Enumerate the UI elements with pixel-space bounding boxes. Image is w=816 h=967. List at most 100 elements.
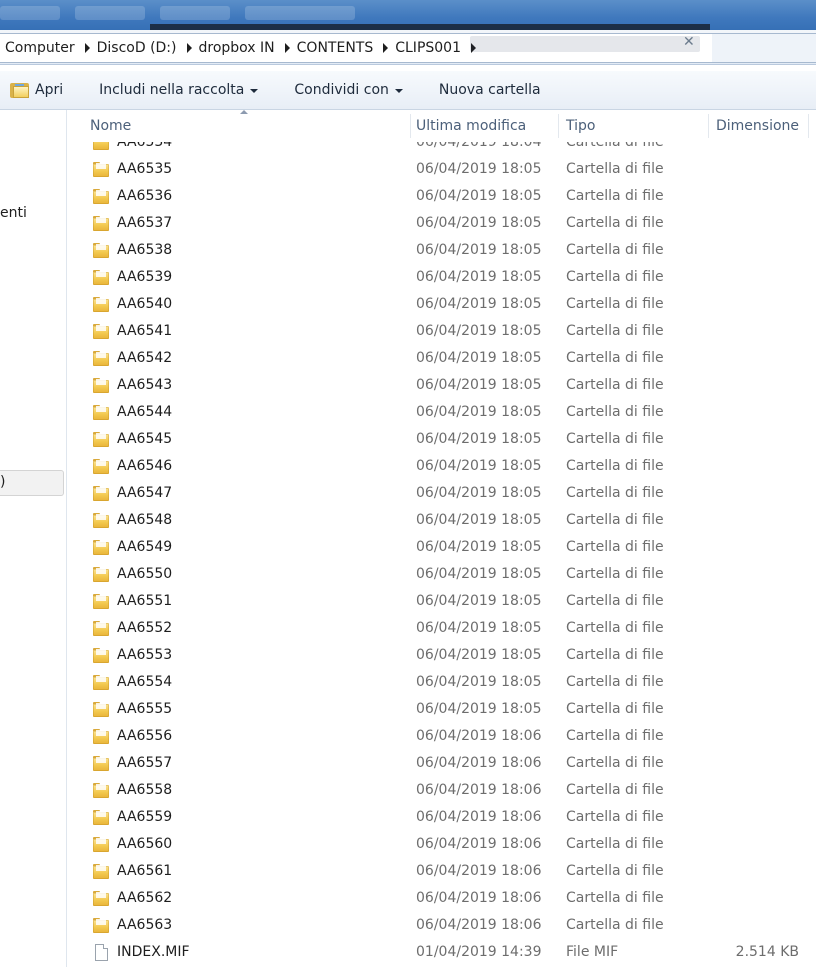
blurred-title-segment <box>75 6 145 20</box>
item-name: AA6557 <box>117 755 173 771</box>
item-name: AA6552 <box>117 620 173 636</box>
column-divider[interactable] <box>808 114 809 138</box>
item-name: AA6541 <box>117 323 173 339</box>
item-type: Cartella di file <box>566 674 664 690</box>
search-box[interactable] <box>712 33 816 63</box>
item-name: AA6561 <box>117 863 173 879</box>
list-item[interactable]: AA6547 06/04/2019 18:05 Cartella di file <box>67 480 816 507</box>
column-divider[interactable] <box>708 114 709 138</box>
list-item[interactable]: AA6562 06/04/2019 18:06 Cartella di file <box>67 885 816 912</box>
folder-icon <box>93 486 109 501</box>
item-type: Cartella di file <box>566 647 664 663</box>
list-item[interactable]: AA6557 06/04/2019 18:06 Cartella di file <box>67 750 816 777</box>
chevron-right-icon[interactable] <box>186 43 192 53</box>
item-name: AA6559 <box>117 809 173 825</box>
folder-icon <box>93 513 109 528</box>
item-name: AA6551 <box>117 593 173 609</box>
list-item[interactable]: AA6544 06/04/2019 18:05 Cartella di file <box>67 399 816 426</box>
list-item[interactable]: AA6552 06/04/2019 18:05 Cartella di file <box>67 615 816 642</box>
breadcrumb-item[interactable]: Computer <box>0 40 79 56</box>
open-button[interactable]: Apri <box>0 71 73 109</box>
item-size: 2.514 KB <box>735 944 799 960</box>
item-type: Cartella di file <box>566 323 664 339</box>
item-name: AA6562 <box>117 890 173 906</box>
item-type: Cartella di file <box>566 539 664 555</box>
list-item[interactable]: AA6561 06/04/2019 18:06 Cartella di file <box>67 858 816 885</box>
item-name: INDEX.MIF <box>117 944 190 960</box>
breadcrumb-item[interactable]: CONTENTS <box>297 40 378 56</box>
list-item[interactable]: AA6548 06/04/2019 18:05 Cartella di file <box>67 507 816 534</box>
item-name: AA6550 <box>117 566 173 582</box>
breadcrumb-item[interactable]: CLIPS001 <box>395 40 465 56</box>
list-item[interactable]: AA6540 06/04/2019 18:05 Cartella di file <box>67 291 816 318</box>
close-icon[interactable]: ✕ <box>683 34 695 50</box>
breadcrumb-item[interactable]: DiscoD (D:) <box>97 40 181 56</box>
folder-icon <box>93 270 109 285</box>
item-type: Cartella di file <box>566 269 664 285</box>
list-item[interactable]: AA6549 06/04/2019 18:05 Cartella di file <box>67 534 816 561</box>
item-type: Cartella di file <box>566 188 664 204</box>
list-item[interactable]: AA6536 06/04/2019 18:05 Cartella di file <box>67 183 816 210</box>
list-item[interactable]: AA6535 06/04/2019 18:05 Cartella di file <box>67 156 816 183</box>
column-header-size[interactable]: Dimensione <box>716 110 799 142</box>
new-folder-label: Nuova cartella <box>438 82 541 98</box>
item-type: Cartella di file <box>566 890 664 906</box>
folder-icon <box>93 756 109 771</box>
nav-item-selected[interactable] <box>0 470 64 496</box>
breadcrumb-item[interactable]: dropbox IN <box>199 40 279 56</box>
list-item[interactable]: AA6541 06/04/2019 18:05 Cartella di file <box>67 318 816 345</box>
list-item[interactable]: AA6556 06/04/2019 18:06 Cartella di file <box>67 723 816 750</box>
list-item[interactable]: AA6555 06/04/2019 18:05 Cartella di file <box>67 696 816 723</box>
column-divider[interactable] <box>558 114 559 138</box>
folder-icon <box>93 729 109 744</box>
item-name: AA6545 <box>117 431 173 447</box>
item-modified: 06/04/2019 18:05 <box>416 674 542 690</box>
item-modified: 06/04/2019 18:05 <box>416 323 542 339</box>
nav-item-partial[interactable]: enti <box>0 205 27 221</box>
list-item[interactable]: AA6563 06/04/2019 18:06 Cartella di file <box>67 912 816 939</box>
list-item[interactable]: AA6538 06/04/2019 18:05 Cartella di file <box>67 237 816 264</box>
item-modified: 06/04/2019 18:06 <box>416 836 542 852</box>
item-modified: 06/04/2019 18:05 <box>416 458 542 474</box>
chevron-right-icon[interactable] <box>284 43 290 53</box>
list-item[interactable]: AA6546 06/04/2019 18:05 Cartella di file <box>67 453 816 480</box>
list-item[interactable]: AA6559 06/04/2019 18:06 Cartella di file <box>67 804 816 831</box>
list-item[interactable]: AA6543 06/04/2019 18:05 Cartella di file <box>67 372 816 399</box>
share-with-button[interactable]: Condividi con <box>284 71 413 109</box>
list-item[interactable]: AA6558 06/04/2019 18:06 Cartella di file <box>67 777 816 804</box>
list-item[interactable]: AA6545 06/04/2019 18:05 Cartella di file <box>67 426 816 453</box>
item-modified: 06/04/2019 18:05 <box>416 404 542 420</box>
list-item[interactable]: AA6550 06/04/2019 18:05 Cartella di file <box>67 561 816 588</box>
open-button-label: Apri <box>35 82 64 98</box>
item-modified: 06/04/2019 18:05 <box>416 242 542 258</box>
list-item[interactable]: AA6551 06/04/2019 18:05 Cartella di file <box>67 588 816 615</box>
new-folder-button[interactable]: Nuova cartella <box>429 71 551 109</box>
list-item[interactable]: INDEX.MIF 01/04/2019 14:39 File MIF 2.514 K… <box>67 939 816 966</box>
list-item[interactable]: AA6560 06/04/2019 18:06 Cartella di file <box>67 831 816 858</box>
item-modified: 06/04/2019 18:05 <box>416 215 542 231</box>
list-item[interactable]: AA6537 06/04/2019 18:05 Cartella di file <box>67 210 816 237</box>
open-folder-icon <box>10 82 29 98</box>
column-header-modified[interactable]: Ultima modifica <box>416 110 526 142</box>
folder-icon <box>93 891 109 906</box>
column-divider[interactable] <box>410 114 411 138</box>
item-type: Cartella di file <box>566 377 664 393</box>
list-item[interactable]: AA6554 06/04/2019 18:05 Cartella di file <box>67 669 816 696</box>
folder-icon <box>93 297 109 312</box>
folder-icon <box>93 702 109 717</box>
chevron-right-icon[interactable] <box>383 43 389 53</box>
blurred-title-segment <box>245 6 355 20</box>
item-modified: 06/04/2019 18:05 <box>416 620 542 636</box>
list-item[interactable]: AA6539 06/04/2019 18:05 Cartella di file <box>67 264 816 291</box>
item-modified: 06/04/2019 18:06 <box>416 917 542 933</box>
item-modified: 06/04/2019 18:06 <box>416 809 542 825</box>
include-in-library-button[interactable]: Includi nella raccolta <box>89 71 268 109</box>
list-item[interactable]: AA6542 06/04/2019 18:05 Cartella di file <box>67 345 816 372</box>
file-list: AA6534 06/04/2019 18:04 Cartella di file AA… <box>67 110 816 967</box>
item-type: Cartella di file <box>566 296 664 312</box>
column-header-name[interactable]: Nome <box>90 110 131 142</box>
chevron-right-icon[interactable] <box>84 43 90 53</box>
column-header-type[interactable]: Tipo <box>566 110 595 142</box>
list-item[interactable]: AA6553 06/04/2019 18:05 Cartella di file <box>67 642 816 669</box>
item-name: AA6542 <box>117 350 173 366</box>
